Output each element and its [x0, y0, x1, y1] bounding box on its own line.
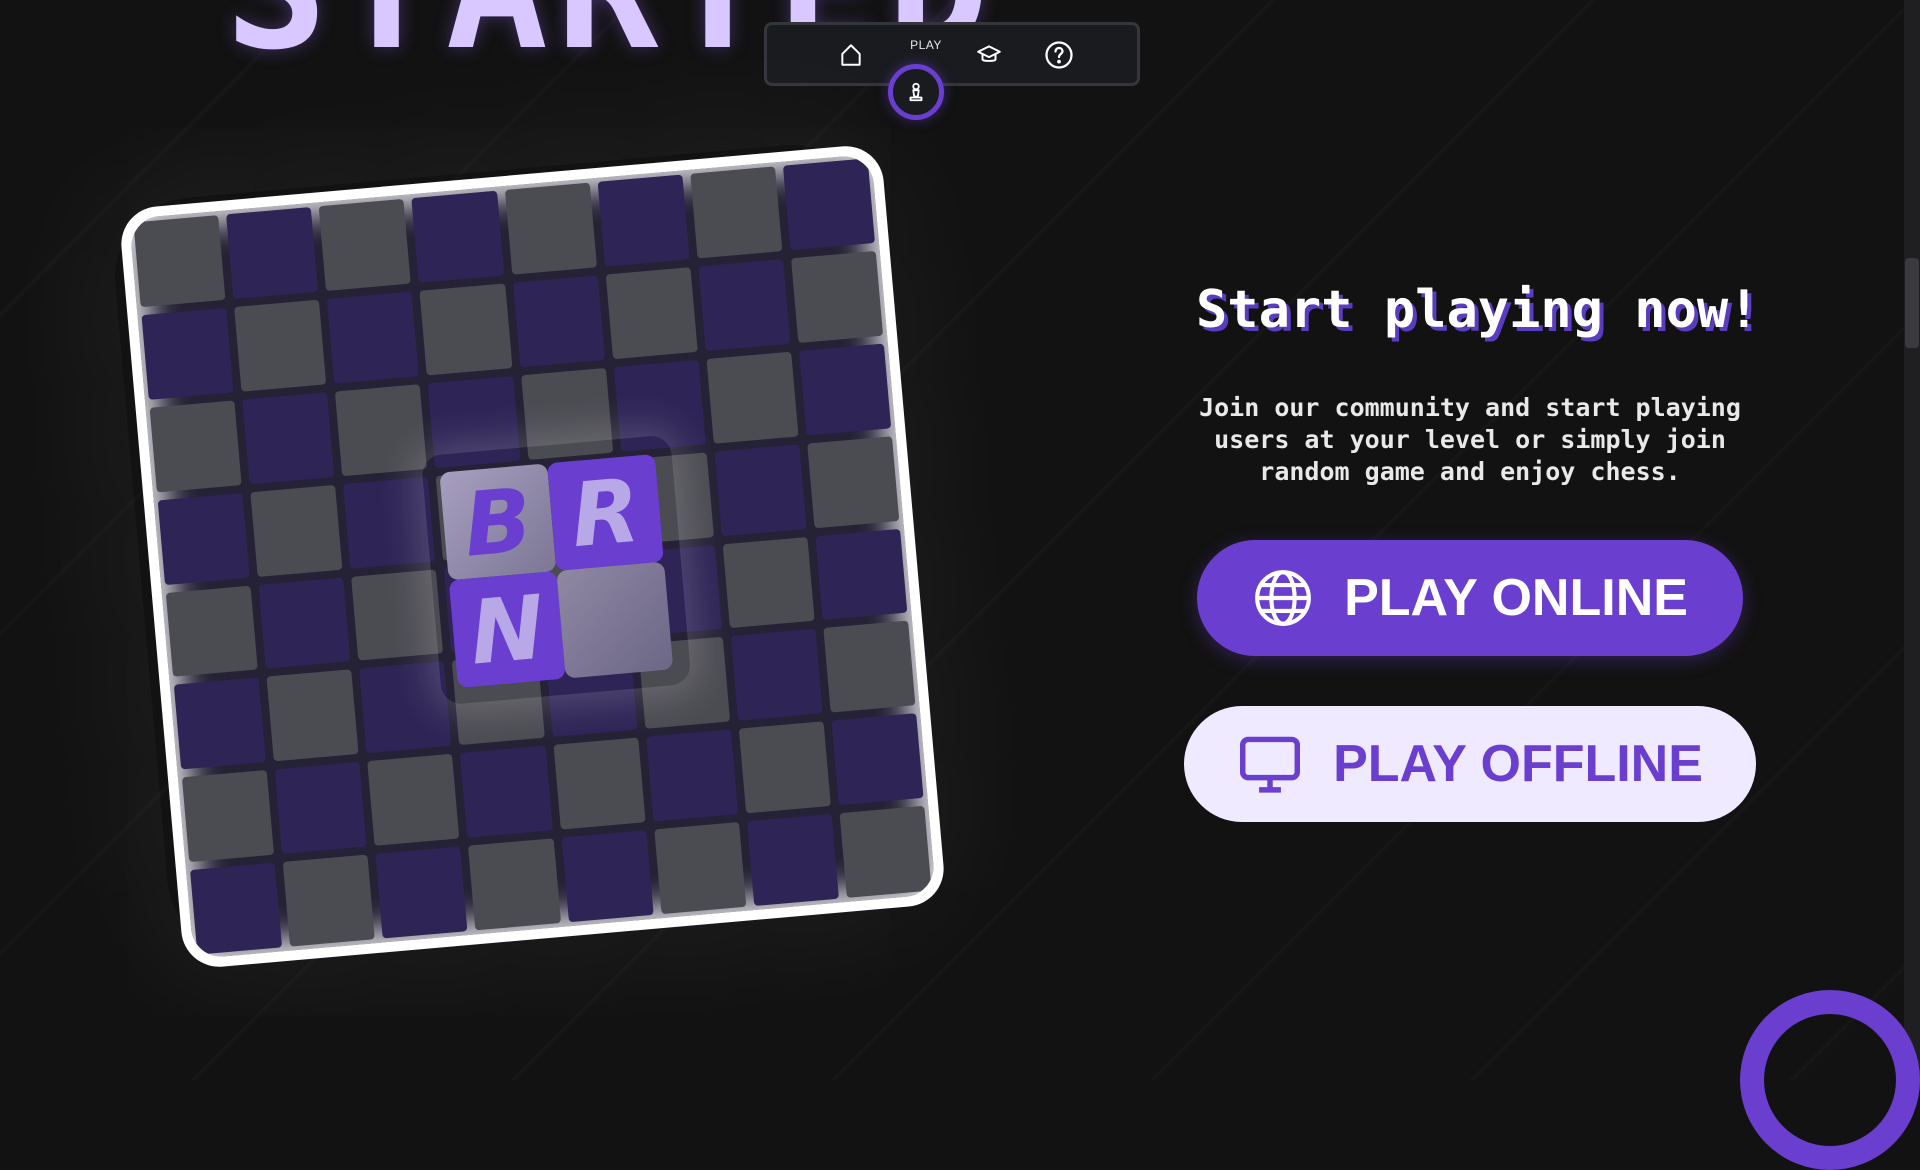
top-nav: PLAY — [764, 22, 1140, 86]
board-square — [367, 753, 460, 846]
board-square — [645, 729, 738, 822]
board-square — [351, 568, 444, 661]
nav-play-label: PLAY — [910, 38, 942, 52]
nav-play-button[interactable] — [888, 64, 944, 120]
board-square — [815, 528, 908, 621]
board-square — [149, 400, 242, 493]
board-square — [411, 190, 504, 283]
board-inner: B R N — [129, 153, 936, 960]
pawn-icon — [909, 82, 923, 102]
board-square — [165, 585, 258, 678]
board-square — [512, 275, 605, 368]
board-square — [242, 392, 335, 484]
cta-description-line: random game and enjoy chess. — [1259, 457, 1681, 486]
play-offline-label: PLAY OFFLINE — [1333, 735, 1703, 793]
board-square — [157, 492, 250, 585]
nav-home-button[interactable] — [833, 37, 869, 73]
board-square — [359, 661, 452, 754]
nav-learn-button[interactable] — [971, 37, 1007, 73]
board-square — [597, 174, 690, 267]
board-square — [706, 351, 799, 444]
board-square — [266, 669, 359, 762]
board-square — [605, 267, 698, 360]
cta-title: Start playing now! — [1196, 280, 1760, 340]
board-square — [730, 629, 823, 721]
board-square — [790, 250, 884, 343]
board-tile-empty — [556, 561, 674, 679]
board-square — [318, 198, 412, 291]
cta-description: Join our community and start playing use… — [1190, 392, 1750, 488]
board-square — [335, 383, 428, 476]
globe-icon — [1255, 570, 1311, 626]
board-square — [504, 182, 597, 275]
play-online-button[interactable]: PLAY ONLINE — [1197, 540, 1743, 656]
board-square — [173, 677, 267, 770]
home-icon — [841, 44, 861, 66]
board-square — [561, 830, 654, 923]
board-square — [798, 343, 892, 436]
board-tile-b: B — [439, 463, 557, 581]
board-square — [419, 283, 512, 376]
help-circle-icon — [1045, 41, 1073, 69]
board-square — [738, 721, 831, 814]
board-square — [133, 215, 226, 308]
cta-description-line: users at your level or simply join — [1214, 425, 1726, 454]
board-square — [722, 536, 815, 629]
play-online-label: PLAY ONLINE — [1344, 569, 1688, 627]
board-square — [226, 206, 319, 299]
board-square — [653, 822, 747, 915]
chess-board-illustration: B R N — [118, 143, 947, 970]
board-square — [839, 805, 932, 898]
board-tile-r: R — [546, 453, 664, 571]
board-square — [823, 620, 916, 713]
board-square — [714, 443, 807, 536]
board-square — [343, 476, 436, 569]
board-square — [689, 166, 783, 259]
board-square — [327, 291, 420, 384]
board-square — [831, 713, 924, 806]
scrollbar-thumb[interactable] — [1905, 258, 1919, 348]
board-square — [460, 745, 553, 838]
board-square — [190, 862, 283, 955]
board-square — [181, 770, 275, 863]
play-offline-button[interactable]: PLAY OFFLINE — [1184, 706, 1756, 822]
board-square — [782, 158, 875, 251]
board-square — [553, 737, 646, 830]
board-square — [141, 307, 234, 400]
board-tile-n: N — [448, 570, 566, 688]
board-square — [274, 762, 367, 855]
board-square — [258, 577, 351, 670]
board-square — [698, 258, 791, 351]
board-square — [375, 846, 468, 939]
board-square — [807, 435, 900, 528]
board-square — [746, 814, 839, 907]
board-square — [282, 854, 376, 947]
cta-description-line: Join our community and start playing — [1199, 393, 1741, 422]
board-square — [468, 838, 561, 931]
corner-accent — [1740, 990, 1920, 1170]
board-square — [250, 484, 343, 577]
graduation-cap-icon — [977, 45, 1001, 62]
scrollbar-track[interactable] — [1904, 0, 1920, 1080]
nav-help-button[interactable] — [1041, 37, 1077, 73]
monitor-icon — [1240, 736, 1301, 793]
board-square — [234, 299, 327, 392]
